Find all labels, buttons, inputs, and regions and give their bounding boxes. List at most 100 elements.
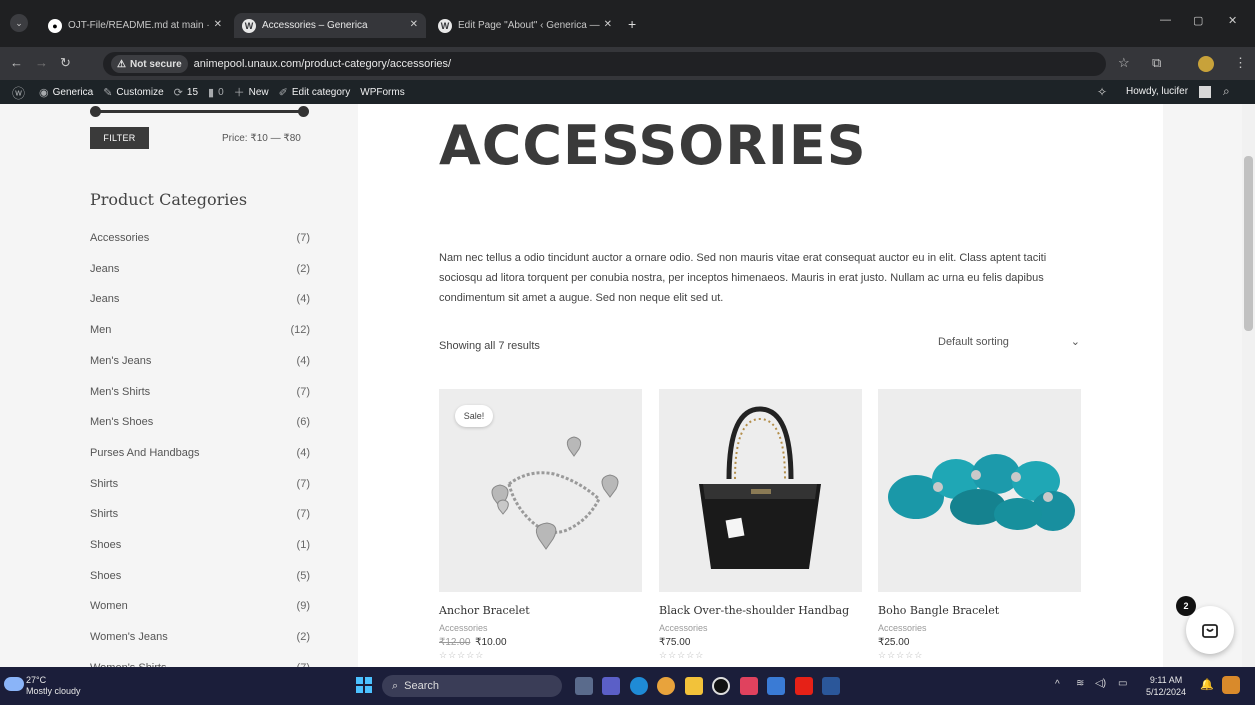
app-icon[interactable]: [740, 677, 758, 695]
sorting-select[interactable]: Default sorting ⌄: [938, 336, 1080, 354]
price-slider-track[interactable]: [92, 110, 304, 113]
battery-icon[interactable]: ▭: [1118, 678, 1127, 689]
category-item[interactable]: Jeans (2): [90, 263, 310, 283]
category-name[interactable]: Women: [90, 600, 128, 612]
admin-customize-link[interactable]: ✎ Customize: [103, 86, 163, 99]
windows-start-icon[interactable]: [356, 677, 372, 693]
product-image[interactable]: Sale!: [439, 389, 642, 592]
product-card[interactable]: Black Over-the-shoulder Handbag Accessor…: [659, 389, 862, 661]
edge-icon[interactable]: [630, 677, 648, 695]
category-name[interactable]: Shoes: [90, 539, 121, 551]
product-name[interactable]: Anchor Bracelet: [439, 604, 642, 617]
close-icon[interactable]: ✕: [604, 19, 612, 30]
category-item[interactable]: Women's Jeans (2): [90, 631, 310, 651]
taskbar-search[interactable]: ⌕ Search: [382, 675, 562, 697]
reload-icon[interactable]: ↻: [60, 55, 71, 71]
sparkle-icon[interactable]: ✧: [1097, 85, 1107, 99]
category-item[interactable]: Women (9): [90, 600, 310, 620]
file-explorer-icon[interactable]: [685, 677, 703, 695]
close-window-icon[interactable]: ✕: [1228, 14, 1237, 27]
category-item[interactable]: Men's Shoes (6): [90, 416, 310, 436]
word-icon[interactable]: [822, 677, 840, 695]
category-item[interactable]: Accessories (7): [90, 232, 310, 252]
admin-new-link[interactable]: ＋ New: [234, 84, 269, 100]
bookmark-star-icon[interactable]: ☆: [1118, 55, 1130, 71]
notification-bell-icon[interactable]: 🔔: [1200, 678, 1214, 691]
wifi-icon[interactable]: ≋: [1076, 678, 1084, 689]
forward-icon[interactable]: →: [35, 55, 48, 70]
floating-cart-button[interactable]: [1186, 606, 1234, 654]
wp-logo-icon[interactable]: ⓦ: [12, 83, 29, 102]
task-view-icon[interactable]: [575, 677, 593, 695]
product-category[interactable]: Accessories: [878, 623, 1081, 633]
category-name[interactable]: Shirts: [90, 478, 118, 490]
category-item[interactable]: Shirts (7): [90, 478, 310, 498]
category-name[interactable]: Shirts: [90, 508, 118, 520]
category-item[interactable]: Men's Jeans (4): [90, 355, 310, 375]
teams-icon[interactable]: [602, 677, 620, 695]
product-name[interactable]: Boho Bangle Bracelet: [878, 604, 1081, 617]
page-scrollbar[interactable]: [1242, 104, 1255, 667]
youtube-icon[interactable]: [795, 677, 813, 695]
category-name[interactable]: Accessories: [90, 232, 149, 244]
category-name[interactable]: Men's Shirts: [90, 386, 150, 398]
product-category[interactable]: Accessories: [439, 623, 642, 633]
chevron-up-icon[interactable]: ^: [1055, 679, 1060, 690]
product-name[interactable]: Black Over-the-shoulder Handbag: [659, 604, 862, 617]
category-name[interactable]: Men: [90, 324, 111, 336]
category-name[interactable]: Jeans: [90, 263, 119, 275]
new-tab-button[interactable]: +: [628, 16, 636, 32]
product-image[interactable]: [659, 389, 862, 592]
category-item[interactable]: Men (12): [90, 324, 310, 344]
volume-icon[interactable]: ◁): [1095, 678, 1106, 689]
admin-comments-link[interactable]: ▮ 0: [208, 86, 224, 99]
restore-icon[interactable]: ▢: [1193, 14, 1203, 27]
copilot-icon[interactable]: [1222, 676, 1240, 694]
tab-edit-page[interactable]: W Edit Page "About" ‹ Generica — ✕: [430, 13, 620, 38]
filter-button[interactable]: FILTER: [90, 127, 149, 149]
admin-site-link[interactable]: ◉ Generica: [39, 86, 93, 99]
howdy-user-link[interactable]: Howdy, lucifer: [1126, 86, 1188, 97]
category-name[interactable]: Shoes: [90, 570, 121, 582]
category-name[interactable]: Women's Jeans: [90, 631, 168, 643]
menu-icon[interactable]: ⋮: [1234, 55, 1247, 71]
price-slider-max-handle[interactable]: [298, 106, 309, 117]
search-icon[interactable]: ⌕: [1223, 84, 1230, 99]
product-category[interactable]: Accessories: [659, 623, 862, 633]
store-icon[interactable]: [767, 677, 785, 695]
category-item[interactable]: Jeans (4): [90, 293, 310, 313]
tab-accessories[interactable]: W Accessories – Generica ✕: [234, 13, 426, 38]
admin-edit-category-link[interactable]: ✐ Edit category: [279, 86, 351, 99]
category-name[interactable]: Men's Jeans: [90, 355, 151, 367]
close-icon[interactable]: ✕: [214, 19, 222, 30]
system-clock[interactable]: 9:11 AM 5/12/2024: [1146, 674, 1186, 698]
weather-widget[interactable]: 27°C Mostly cloudy: [26, 675, 81, 697]
scrollbar-thumb[interactable]: [1244, 156, 1253, 331]
profile-avatar[interactable]: [1198, 56, 1214, 72]
chrome-icon[interactable]: [657, 677, 675, 695]
product-card[interactable]: Sale! Anchor Bracelet Accessories ₹12.00…: [439, 389, 642, 661]
price-slider-min-handle[interactable]: [90, 106, 101, 117]
tab-search-icon[interactable]: ⌄: [10, 14, 28, 32]
product-card[interactable]: Boho Bangle Bracelet Accessories ₹25.00 …: [878, 389, 1081, 661]
category-item[interactable]: Shoes (5): [90, 570, 310, 590]
extensions-icon[interactable]: ⧉: [1152, 55, 1161, 71]
tab-github[interactable]: ● OJT-File/README.md at main · ✕: [40, 13, 230, 38]
not-secure-badge[interactable]: ⚠ Not secure: [111, 55, 188, 73]
category-name[interactable]: Men's Shoes: [90, 416, 153, 428]
back-icon[interactable]: ←: [10, 55, 23, 70]
category-name[interactable]: Purses And Handbags: [90, 447, 199, 459]
address-bar[interactable]: ⚠ Not secure animepool.unaux.com/product…: [103, 52, 1106, 76]
opera-icon[interactable]: [712, 677, 730, 695]
category-name[interactable]: Jeans: [90, 293, 119, 305]
category-item[interactable]: Shirts (7): [90, 508, 310, 528]
minimize-icon[interactable]: —: [1160, 14, 1171, 26]
category-item[interactable]: Men's Shirts (7): [90, 386, 310, 406]
admin-updates-link[interactable]: ⟳ 15: [174, 86, 198, 99]
product-image[interactable]: [878, 389, 1081, 592]
category-item[interactable]: Purses And Handbags (4): [90, 447, 310, 467]
user-avatar[interactable]: [1199, 86, 1211, 98]
close-icon[interactable]: ✕: [410, 19, 418, 30]
admin-wpforms-link[interactable]: WPForms: [360, 87, 404, 98]
category-item[interactable]: Shoes (1): [90, 539, 310, 559]
